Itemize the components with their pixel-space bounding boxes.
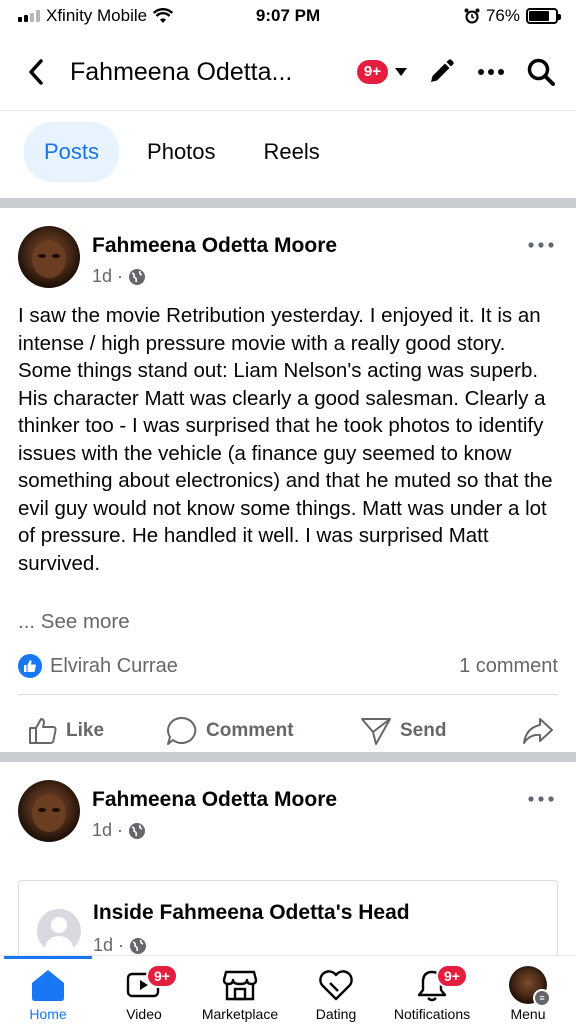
header-divider <box>0 110 576 111</box>
post-author[interactable]: Fahmeena Odetta Moore <box>92 234 337 258</box>
post-time[interactable]: 1d <box>92 820 112 841</box>
see-more-link[interactable]: ... See more <box>18 610 130 634</box>
notifications-nav-badge: 9+ <box>436 964 468 988</box>
reaction-names[interactable]: Elvirah Currae <box>50 655 178 678</box>
nav-dating[interactable]: Dating <box>288 956 384 1024</box>
dating-heart-icon <box>319 970 353 1001</box>
post-meta: 1d · <box>92 266 146 287</box>
comment-button[interactable]: Comment <box>166 716 294 746</box>
nav-menu[interactable]: ≡ Menu <box>480 956 576 1024</box>
marketplace-icon <box>222 970 258 1001</box>
pencil-icon <box>431 59 454 82</box>
reactions-row: Elvirah Currae 1 comment <box>18 654 558 678</box>
cell-signal-icon <box>18 10 40 22</box>
globe-icon <box>129 268 146 285</box>
edit-button[interactable] <box>424 55 458 89</box>
more-options-button[interactable] <box>474 55 508 89</box>
battery-icon <box>526 8 561 24</box>
send-label: Send <box>400 720 447 741</box>
send-icon <box>361 718 391 745</box>
shared-post-meta: 1d · <box>93 935 147 955</box>
globe-icon <box>130 937 147 954</box>
search-icon <box>527 58 555 86</box>
actions-divider <box>18 694 558 695</box>
post-time[interactable]: 1d <box>92 266 112 287</box>
menu-avatar: ≡ <box>509 966 551 1007</box>
wifi-icon <box>153 8 174 23</box>
shared-post[interactable]: Inside Fahmeena Odetta's Head 1d · <box>18 880 558 955</box>
tab-reels[interactable]: Reels <box>244 122 340 182</box>
post-body: I saw the movie Retribution yesterday. I… <box>18 304 553 575</box>
share-icon <box>523 718 553 744</box>
tab-photos[interactable]: Photos <box>127 122 236 182</box>
more-dots-icon <box>528 242 554 248</box>
post-options-button[interactable] <box>528 228 554 254</box>
post-card: Fahmeena Odetta Moore 1d · Inside Fahmee… <box>0 762 576 955</box>
post-options-button[interactable] <box>528 782 554 808</box>
search-button[interactable] <box>524 55 558 89</box>
more-dots-icon <box>478 69 504 75</box>
comment-count[interactable]: 1 comment <box>459 655 558 678</box>
back-button[interactable] <box>18 54 54 90</box>
section-separator <box>0 198 576 208</box>
profile-tabs: Posts Photos Reels <box>24 122 340 182</box>
thumbs-up-icon <box>29 718 57 744</box>
nav-marketplace-label: Marketplace <box>201 1006 279 1022</box>
shared-post-author[interactable]: Inside Fahmeena Odetta's Head <box>93 901 410 925</box>
menu-hamburger-icon: ≡ <box>533 989 551 1007</box>
nav-marketplace[interactable]: Marketplace <box>192 956 288 1024</box>
battery-percent: 76% <box>485 6 520 25</box>
meta-separator: · <box>117 266 124 286</box>
more-dots-icon <box>528 796 554 802</box>
meta-separator: · <box>118 935 125 955</box>
status-bar: Xfinity Mobile 9:07 PM 76% <box>0 0 576 32</box>
like-reaction-icon <box>18 654 42 678</box>
post-author[interactable]: Fahmeena Odetta Moore <box>92 788 337 812</box>
shared-post-time: 1d <box>93 935 114 955</box>
bottom-navigation: Home 9+ Video Marketplace Dating 9+ Noti… <box>0 955 576 1024</box>
post-actions: Like Comment Send <box>0 706 576 756</box>
home-icon <box>32 970 64 1001</box>
avatar[interactable] <box>18 780 80 842</box>
section-separator <box>0 752 576 762</box>
notifications-badge: 9+ <box>356 60 388 84</box>
post-card: Fahmeena Odetta Moore 1d · I saw the mov… <box>0 208 576 752</box>
default-avatar-icon <box>37 909 81 953</box>
page-title: Fahmeena Odetta... <box>70 57 293 86</box>
nav-menu-label: Menu <box>510 1006 546 1022</box>
send-button[interactable]: Send <box>360 716 446 746</box>
like-button[interactable]: Like <box>28 716 104 746</box>
nav-home-label: Home <box>29 1006 67 1022</box>
alarm-icon <box>464 8 480 24</box>
comment-label: Comment <box>206 720 294 741</box>
nav-video[interactable]: 9+ Video <box>96 956 192 1024</box>
nav-notifications[interactable]: 9+ Notifications <box>384 956 480 1024</box>
comment-icon <box>167 716 197 745</box>
post-meta: 1d · <box>92 820 146 841</box>
nav-video-label: Video <box>126 1006 162 1022</box>
tab-posts[interactable]: Posts <box>24 122 120 182</box>
video-badge: 9+ <box>146 964 178 988</box>
page-header: Fahmeena Odetta... 9+ <box>0 38 576 106</box>
nav-notifications-label: Notifications <box>393 1006 471 1022</box>
share-button[interactable] <box>522 717 554 745</box>
globe-icon <box>129 822 146 839</box>
notifications-dropdown[interactable]: 9+ <box>356 60 408 84</box>
meta-separator: · <box>117 820 124 840</box>
chevron-left-icon <box>29 59 43 85</box>
carrier-name: Xfinity Mobile <box>46 6 148 25</box>
nav-dating-label: Dating <box>315 1006 357 1022</box>
like-label: Like <box>66 720 105 741</box>
caret-down-icon <box>395 68 407 76</box>
nav-home[interactable]: Home <box>0 956 96 1024</box>
avatar[interactable] <box>18 226 80 288</box>
